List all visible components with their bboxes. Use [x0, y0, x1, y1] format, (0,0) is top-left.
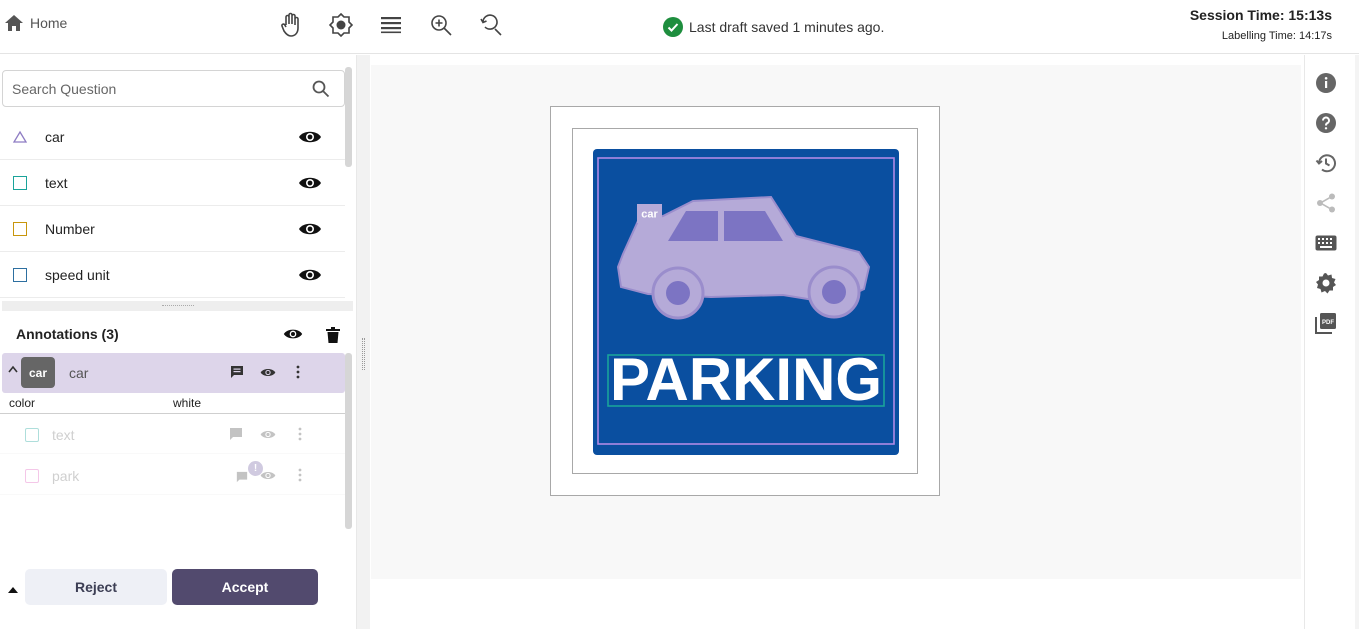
reject-button[interactable]: Reject [25, 569, 167, 605]
square-icon [13, 267, 27, 282]
eye-icon[interactable] [298, 129, 322, 145]
image-frame: car PARKING [550, 106, 940, 496]
search-icon[interactable] [312, 80, 330, 98]
comment-icon[interactable] [230, 365, 244, 379]
square-icon [25, 469, 39, 483]
right-toolbar: PDF [1304, 55, 1359, 629]
trash-icon[interactable] [326, 327, 340, 343]
image-border: car PARKING [572, 128, 918, 474]
triangle-icon [13, 130, 27, 143]
question-item-speed-unit[interactable]: speed unit [0, 252, 345, 298]
question-label: car [45, 128, 65, 145]
pan-hand-icon[interactable] [278, 11, 304, 39]
more-vertical-icon[interactable] [296, 365, 300, 379]
question-list-scrollbar[interactable] [345, 67, 352, 167]
eye-icon[interactable] [298, 267, 322, 283]
chevron-up-icon[interactable] [8, 365, 18, 373]
square-icon [25, 428, 39, 442]
eye-icon[interactable] [283, 327, 303, 341]
eye-icon[interactable] [260, 367, 276, 378]
image-canvas[interactable]: car PARKING [371, 65, 1301, 579]
eye-icon[interactable] [298, 221, 322, 237]
parking-text: PARKING [610, 346, 882, 413]
save-status: Last draft saved 1 minutes ago. [663, 17, 884, 37]
question-item-text[interactable]: text [0, 160, 345, 206]
annotations-title: Annotations (3) [16, 326, 119, 342]
question-label: text [45, 174, 68, 191]
square-icon [13, 221, 27, 236]
home-link[interactable]: Home [4, 14, 67, 32]
top-bar: Home Last draft saved 1 minutes ago. Ses… [0, 0, 1359, 54]
zoom-in-icon[interactable] [428, 11, 454, 39]
question-label: Number [45, 220, 95, 237]
info-icon[interactable] [1315, 72, 1337, 94]
square-icon [13, 175, 27, 190]
more-vertical-icon[interactable] [298, 468, 302, 482]
attribute-value: white [173, 396, 202, 410]
annotation-item-car[interactable]: car car [2, 353, 345, 393]
panel-resize-handle[interactable] [2, 301, 353, 311]
panel-splitter[interactable] [357, 55, 370, 629]
eye-icon[interactable] [298, 175, 322, 191]
caret-up-icon[interactable] [8, 586, 18, 593]
page-scrollbar[interactable] [1355, 55, 1359, 629]
question-list: car text Number speed unit [0, 114, 345, 298]
keyboard-icon[interactable] [1315, 232, 1337, 254]
annotation-label: text [52, 427, 75, 443]
annotation-label: car [69, 365, 89, 381]
eye-icon[interactable] [260, 429, 276, 440]
session-time: Session Time: 15:13s [1189, 7, 1332, 23]
comment-icon[interactable] [229, 427, 243, 441]
settings-icon[interactable] [1315, 272, 1337, 294]
question-item-car[interactable]: car [0, 114, 345, 160]
more-vertical-icon[interactable] [298, 427, 302, 441]
check-circle-icon [663, 17, 683, 37]
annotation-item-text[interactable]: text [0, 414, 345, 454]
left-panel: car text Number speed unit Annotations (… [0, 55, 357, 629]
car-tag-label: car [641, 209, 658, 221]
question-label: speed unit [45, 266, 110, 283]
parking-sign-image[interactable]: car PARKING [593, 149, 899, 455]
brightness-icon[interactable] [328, 11, 354, 39]
comment-icon[interactable] [236, 471, 248, 483]
annotations-scrollbar[interactable] [345, 353, 352, 529]
labelling-time: Labelling Time: 14:17s [1221, 30, 1332, 42]
question-item-number[interactable]: Number [0, 206, 345, 252]
help-icon[interactable] [1315, 112, 1337, 134]
attribute-name: color [9, 396, 36, 410]
save-status-text: Last draft saved 1 minutes ago. [689, 19, 885, 35]
annotation-label: park [52, 468, 80, 484]
annotation-item-park[interactable]: park ! [0, 455, 345, 495]
zoom-reset-icon[interactable] [478, 11, 504, 39]
pdf-icon[interactable]: PDF [1315, 312, 1337, 334]
annotation-badge: car [21, 357, 55, 388]
svg-text:PDF: PDF [1322, 320, 1334, 326]
share-icon[interactable] [1315, 192, 1337, 214]
layers-icon[interactable] [378, 11, 404, 39]
home-icon [5, 15, 23, 31]
history-icon[interactable] [1315, 152, 1337, 174]
accept-button[interactable]: Accept [172, 569, 318, 605]
search-input[interactable] [12, 80, 302, 97]
home-label: Home [30, 15, 68, 31]
eye-icon[interactable] [260, 470, 276, 481]
annotation-attribute: color white [0, 393, 345, 414]
search-box[interactable] [2, 70, 345, 107]
